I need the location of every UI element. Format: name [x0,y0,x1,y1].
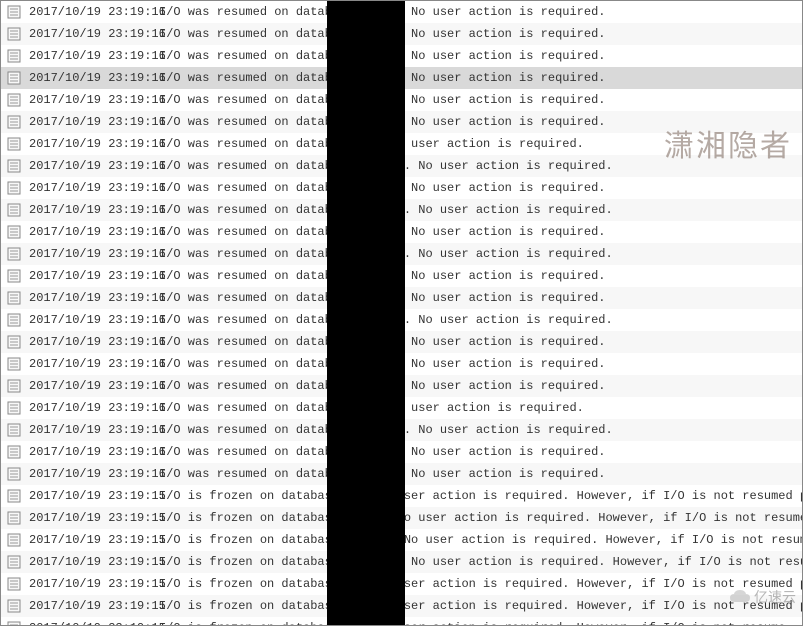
log-message: I/O is frozen on database PXXXXX user ac… [159,621,802,625]
log-timestamp: 2017/10/19 23:19:16 [29,93,159,107]
log-entry-icon [7,71,21,85]
log-entry-icon [7,555,21,569]
log-message: I/O was resumed on database XXXXX. No us… [159,49,802,63]
log-message: I/O was resumed on database XXXXX. No us… [159,357,802,371]
log-timestamp: 2017/10/19 23:19:16 [29,137,159,151]
log-entry-icon [7,533,21,547]
log-message: I/O is frozen on database PXXXXX user ac… [159,577,802,591]
log-timestamp: 2017/10/19 23:19:15 [29,599,159,613]
log-timestamp: 2017/10/19 23:19:16 [29,423,159,437]
log-message: I/O was resumed on database XXXXX. No us… [159,467,802,481]
log-timestamp: 2017/10/19 23:19:16 [29,159,159,173]
log-timestamp: 2017/10/19 23:19:16 [29,181,159,195]
log-message: I/O is frozen on database mXXXXX user ac… [159,489,802,503]
log-message: I/O was resumed on database XXXXX. No us… [159,93,802,107]
log-entry-icon [7,467,21,481]
log-entry-icon [7,93,21,107]
log-message: I/O was resumed on database XXXXX. user … [159,137,802,151]
log-entry-icon [7,247,21,261]
log-entry-icon [7,423,21,437]
log-entry-icon [7,379,21,393]
log-message: I/O is frozen on database HXXXX a. No us… [159,555,802,569]
log-message: I/O was resumed on database XXXXba. No u… [159,159,802,173]
log-timestamp: 2017/10/19 23:19:16 [29,379,159,393]
log-entry-icon [7,203,21,217]
log-entry-icon [7,115,21,129]
log-entry-icon [7,401,21,415]
log-message: I/O is frozen on database CXXXXX No user… [159,511,802,525]
log-entry-icon [7,291,21,305]
log-message: I/O was resumed on database XXXXX. No us… [159,27,802,41]
log-timestamp: 2017/10/19 23:19:16 [29,335,159,349]
log-timestamp: 2017/10/19 23:19:15 [29,555,159,569]
log-entry-icon [7,49,21,63]
log-timestamp: 2017/10/19 23:19:16 [29,313,159,327]
log-message: I/O was resumed on database XXXXX. No us… [159,445,802,459]
log-message: I/O was resumed on database XXXXX. No us… [159,5,802,19]
log-timestamp: 2017/10/19 23:19:15 [29,621,159,625]
log-message: I/O was resumed on database XXXata. No u… [159,203,802,217]
log-message: I/O was resumed on database XXXX B. No u… [159,423,802,437]
log-timestamp: 2017/10/19 23:19:16 [29,115,159,129]
log-timestamp: 2017/10/19 23:19:16 [29,467,159,481]
log-entry-icon [7,159,21,173]
log-entry-icon [7,225,21,239]
log-message: I/O was resumed on database XXXnel. No u… [159,313,802,327]
log-timestamp: 2017/10/19 23:19:16 [29,225,159,239]
log-entry-icon [7,511,21,525]
log-timestamp: 2017/10/19 23:19:16 [29,401,159,415]
log-timestamp: 2017/10/19 23:19:16 [29,71,159,85]
log-entry-icon [7,181,21,195]
log-entry-icon [7,621,21,625]
redaction-bar [327,1,405,625]
log-timestamp: 2017/10/19 23:19:16 [29,5,159,19]
log-message: I/O was resumed on database XXXXX. user … [159,401,802,415]
log-message: I/O is frozen on database YXXXXX. No use… [159,533,802,547]
log-entry-icon [7,269,21,283]
log-message: I/O was resumed on database XXXXX. No us… [159,115,802,129]
log-entry-icon [7,5,21,19]
log-timestamp: 2017/10/19 23:19:15 [29,489,159,503]
log-entry-icon [7,445,21,459]
log-entry-icon [7,357,21,371]
log-timestamp: 2017/10/19 23:19:15 [29,533,159,547]
log-timestamp: 2017/10/19 23:19:15 [29,511,159,525]
log-timestamp: 2017/10/19 23:19:16 [29,269,159,283]
log-timestamp: 2017/10/19 23:19:16 [29,27,159,41]
log-timestamp: 2017/10/19 23:19:16 [29,357,159,371]
log-message: I/O was resumed on database XXXXX. No us… [159,181,802,195]
log-entry-icon [7,577,21,591]
log-message: I/O was resumed on database XXXXX. No us… [159,225,802,239]
log-message: I/O was resumed on database XXXXX. No us… [159,291,802,305]
log-entry-icon [7,489,21,503]
log-entry-icon [7,599,21,613]
log-timestamp: 2017/10/19 23:19:15 [29,577,159,591]
log-entry-icon [7,335,21,349]
log-entry-icon [7,27,21,41]
log-message: I/O was resumed on database XXXXX. No us… [159,379,802,393]
log-timestamp: 2017/10/19 23:19:16 [29,203,159,217]
log-entry-icon [7,137,21,151]
log-message: I/O was resumed on database XXXXX. No us… [159,335,802,349]
log-message: I/O was resumed on database XXXXX. No us… [159,269,802,283]
log-entry-icon [7,313,21,327]
log-timestamp: 2017/10/19 23:19:16 [29,291,159,305]
log-timestamp: 2017/10/19 23:19:16 [29,445,159,459]
log-timestamp: 2017/10/19 23:19:16 [29,247,159,261]
log-message: I/O is frozen on database PXXXXX user ac… [159,599,802,613]
log-message: I/O was resumed on database XXXing. No u… [159,247,802,261]
log-timestamp: 2017/10/19 23:19:16 [29,49,159,63]
log-message: I/O was resumed on database XXXXX. No us… [159,71,802,85]
